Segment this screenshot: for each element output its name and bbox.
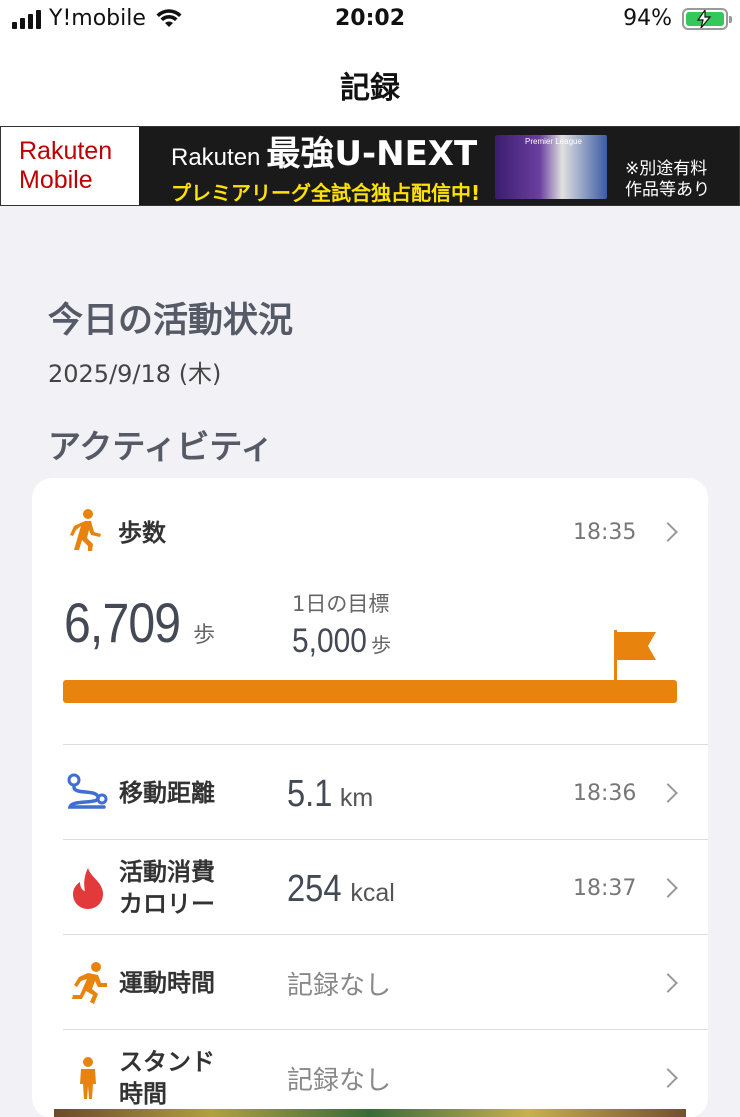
steps-progress-fill: [63, 680, 677, 703]
ad-subline: プレミアリーグ全試合独占配信中!: [171, 181, 481, 205]
status-bar: Y!mobile 20:02 94%: [0, 0, 740, 44]
flame-icon: [73, 867, 103, 909]
ad-headline: 最強U-NEXT: [266, 134, 478, 174]
steps-value: 6,709: [64, 591, 181, 654]
goal-unit: 歩: [371, 633, 392, 657]
exercise-row[interactable]: 運動時間 記録なし: [63, 934, 708, 1029]
calories-value: 254: [287, 868, 342, 910]
ad-photo: Premier League: [495, 135, 607, 199]
activity-card: 歩数 18:35 6,709 歩 1日の目標 5,000 歩 移動距離 5.1 …: [32, 478, 708, 1117]
nav-bar: 記録: [0, 44, 740, 126]
section-title: 今日の活動状況: [48, 301, 294, 341]
date-label: 2025/9/18 (木): [48, 360, 222, 388]
ad-brand: Rakuten: [171, 144, 261, 171]
stand-row[interactable]: スタンド 時間 記録なし: [63, 1029, 708, 1117]
calories-time: 18:37: [573, 876, 637, 901]
exercise-label: 運動時間: [119, 969, 215, 997]
exercise-value: 記録なし: [287, 971, 392, 1001]
page-title: 記録: [340, 71, 400, 106]
activity-heading: アクティビティ: [48, 427, 274, 466]
battery-icon: [682, 7, 732, 30]
goal-label: 1日の目標: [292, 592, 390, 616]
bottom-ad-strip: [54, 1109, 686, 1117]
distance-row[interactable]: 移動距離 5.1 km 18:36: [63, 744, 708, 839]
goal: 1日の目標 5,000 歩: [292, 588, 391, 661]
chevron-right-icon: [658, 973, 678, 993]
calories-row[interactable]: 活動消費 カロリー 254 kcal 18:37: [63, 839, 708, 934]
route-icon: [67, 773, 108, 809]
steps-label: 歩数: [118, 518, 166, 547]
running-icon: [72, 961, 107, 1004]
rakuten-mobile-logo: Rakuten Mobile: [1, 127, 139, 205]
standing-icon: [80, 1056, 96, 1099]
steps-progress-bar: [63, 680, 677, 703]
chevron-right-icon: [658, 878, 678, 898]
steps-time: 18:35: [573, 520, 637, 545]
chevron-right-icon: [658, 1068, 678, 1088]
steps-unit: 歩: [193, 623, 216, 648]
calories-unit: kcal: [350, 879, 395, 907]
goal-value: 5,000: [292, 622, 367, 660]
stand-value: 記録なし: [287, 1066, 392, 1096]
distance-time: 18:36: [573, 781, 637, 806]
battery-percent: 94%: [623, 6, 672, 31]
ad-banner[interactable]: Rakuten Mobile Rakuten 最強U-NEXT プレミアリーグ全…: [0, 126, 740, 206]
chevron-right-icon: [658, 522, 678, 542]
stand-label: スタンド 時間: [119, 1048, 215, 1108]
flag-icon: [614, 630, 656, 680]
calories-label: 活動消費 カロリー: [119, 858, 215, 918]
chevron-right-icon: [658, 783, 678, 803]
distance-unit: km: [339, 784, 374, 812]
distance-label: 移動距離: [119, 779, 215, 807]
ad-note: ※別途有料 作品等あり: [625, 159, 710, 200]
walking-icon: [70, 509, 101, 551]
distance-value: 5.1: [287, 773, 333, 815]
